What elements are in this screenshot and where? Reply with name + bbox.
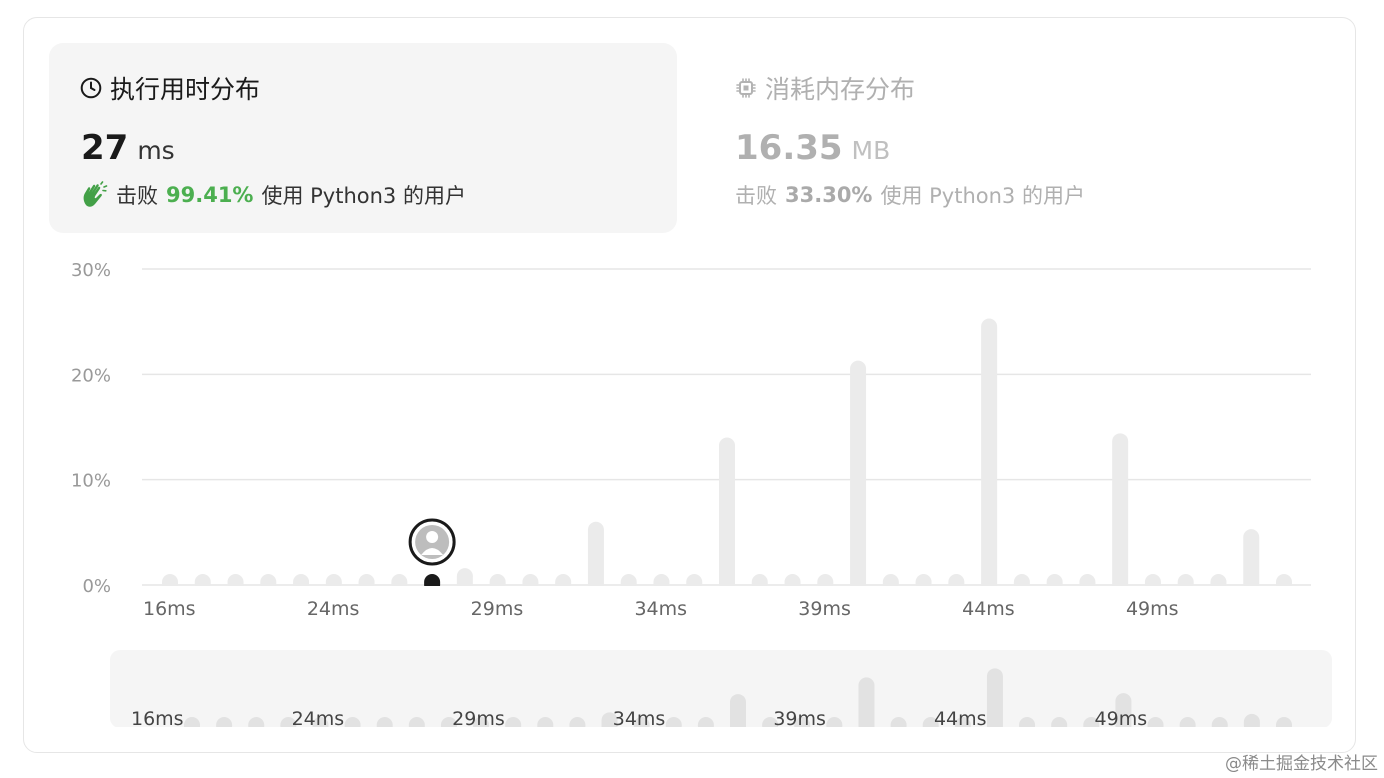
watermark: @稀土掘金技术社区: [1225, 754, 1378, 774]
y-tick-label: 0%: [82, 576, 111, 597]
x-tick-label: 29ms: [471, 598, 524, 620]
x-tick-label: 44ms: [962, 598, 1015, 620]
y-tick-label: 10%: [71, 471, 111, 492]
range-overview-panel[interactable]: [110, 650, 1332, 728]
bar: [587, 521, 604, 593]
runtime-distribution-chart: 30% 20% 10% 0% 16ms 24ms 29ms 34ms 39ms 44ms 49ms: [71, 260, 1331, 620]
y-tick-label: 30%: [71, 260, 111, 281]
bar: [981, 318, 998, 593]
x-tick-label: 39ms: [798, 598, 851, 620]
x-tick-label: 49ms: [1126, 598, 1179, 620]
bar: [719, 437, 735, 593]
avatar-head: [426, 531, 439, 543]
baseline-mask: [122, 586, 1331, 595]
user-avatar-icon: [408, 518, 456, 566]
x-tick-label: 24ms: [307, 598, 360, 620]
x-tick-label: 34ms: [634, 598, 687, 620]
bar: [1112, 433, 1129, 593]
bar: [850, 360, 867, 593]
y-tick-label: 20%: [71, 365, 111, 386]
bar: [1243, 529, 1260, 593]
x-tick-label: 16ms: [143, 598, 196, 620]
